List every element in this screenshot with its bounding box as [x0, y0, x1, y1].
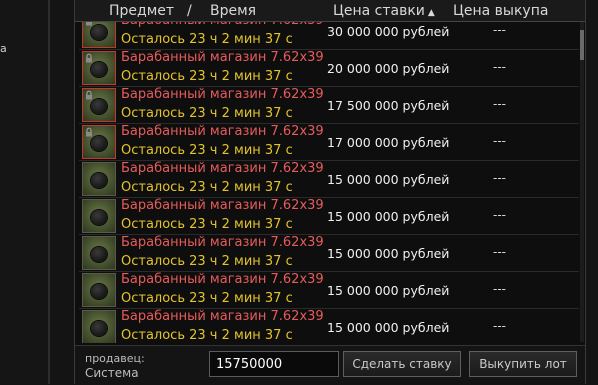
left-panel-text: а — [0, 42, 7, 55]
bid-price: 15 000 000 рублей — [327, 320, 450, 335]
buyout-price: --- — [493, 23, 506, 37]
column-header-time[interactable]: Время — [210, 3, 256, 19]
lot-row[interactable]: Барабанный магазин 7.62x39 Осталось 23 ч … — [79, 309, 579, 343]
buyout-price: --- — [493, 171, 506, 185]
drum-magazine-icon — [91, 25, 107, 40]
lot-row[interactable]: Барабанный магазин 7.62x39 Осталось 23 ч … — [79, 235, 579, 272]
sort-ascending-icon: ▲ — [427, 8, 435, 18]
seller-label: продавец: — [85, 352, 145, 365]
bid-price: 17 500 000 рублей — [327, 98, 450, 113]
drum-magazine-icon — [91, 136, 107, 151]
bid-price: 15 000 000 рублей — [327, 283, 450, 298]
item-name: Барабанный магазин 7.62x39 — [121, 235, 324, 250]
buyout-price: --- — [493, 60, 506, 74]
column-header-separator: / — [187, 3, 192, 19]
scrollbar[interactable] — [580, 22, 584, 342]
drum-magazine-icon — [91, 62, 107, 77]
bid-price: 15 000 000 рублей — [327, 172, 450, 187]
time-remaining: Осталось 23 ч 2 мин 37 с — [121, 143, 293, 158]
item-thumbnail — [82, 199, 116, 233]
item-name: Барабанный магазин 7.62x39 — [121, 198, 324, 213]
seller-value: Система — [85, 366, 139, 380]
bid-price: 20 000 000 рублей — [327, 61, 450, 76]
item-thumbnail — [82, 88, 116, 122]
item-name: Барабанный магазин 7.62x39 — [121, 161, 324, 176]
time-remaining: Осталось 23 ч 2 мин 37 с — [121, 217, 293, 232]
time-remaining: Осталось 23 ч 2 мин 37 с — [121, 106, 293, 121]
buyout-price: --- — [493, 245, 506, 259]
buyout-price: --- — [493, 134, 506, 148]
make-bid-button[interactable]: Сделать ставку — [343, 351, 461, 377]
scrollbar-thumb[interactable] — [580, 30, 584, 60]
time-remaining: Осталось 23 ч 2 мин 37 с — [121, 291, 293, 306]
lot-row[interactable]: Барабанный магазин 7.62x39 Осталось 23 ч … — [79, 50, 579, 87]
column-header-bid-label: Цена ставки — [333, 3, 425, 19]
drum-magazine-icon — [91, 284, 107, 299]
table-header: Предмет / Время Цена ставки ▲ Цена выкупа — [75, 0, 585, 22]
drum-magazine-icon — [91, 247, 107, 262]
item-thumbnail — [82, 273, 116, 307]
bid-amount-input[interactable] — [209, 351, 339, 377]
time-remaining: Осталось 23 ч 2 мин 37 с — [121, 254, 293, 269]
item-name: Барабанный магазин 7.62x39 — [121, 50, 324, 65]
item-name: Барабанный магазин 7.62x39 — [121, 309, 324, 324]
column-header-bid[interactable]: Цена ставки ▲ — [333, 3, 435, 19]
bid-price: 15 000 000 рублей — [327, 246, 450, 261]
bid-price: 15 000 000 рублей — [327, 209, 450, 224]
auction-panel: Барабанный магазин 7.62x39 Осталось 23 ч … — [74, 0, 586, 385]
time-remaining: Осталось 23 ч 2 мин 37 с — [121, 32, 293, 47]
buyout-price: --- — [493, 319, 506, 333]
item-name: Барабанный магазин 7.62x39 — [121, 87, 324, 102]
drum-magazine-icon — [91, 210, 107, 225]
column-header-buyout[interactable]: Цена выкупа — [453, 3, 548, 19]
drum-magazine-icon — [91, 173, 107, 188]
lot-footer: продавец: Система Сделать ставку Выкупит… — [75, 345, 585, 385]
buyout-price: --- — [493, 97, 506, 111]
lock-icon — [86, 53, 92, 63]
left-divider — [48, 0, 50, 384]
buyout-price: --- — [493, 282, 506, 296]
item-thumbnail — [82, 310, 116, 343]
lot-row[interactable]: Барабанный магазин 7.62x39 Осталось 23 ч … — [79, 198, 579, 235]
buyout-button[interactable]: Выкупить лот — [469, 351, 577, 377]
bid-price: 17 000 000 рублей — [327, 135, 450, 150]
bid-price: 30 000 000 рублей — [327, 24, 450, 39]
lock-icon — [86, 127, 92, 137]
item-name: Барабанный магазин 7.62x39 — [121, 272, 324, 287]
drum-magazine-icon — [91, 99, 107, 114]
lot-row[interactable]: Барабанный магазин 7.62x39 Осталось 23 ч … — [79, 124, 579, 161]
lot-row[interactable]: Барабанный магазин 7.62x39 Осталось 23 ч … — [79, 272, 579, 309]
item-name: Барабанный магазин 7.62x39 — [121, 124, 324, 139]
buyout-price: --- — [493, 208, 506, 222]
item-thumbnail — [82, 125, 116, 159]
item-thumbnail — [82, 236, 116, 270]
time-remaining: Осталось 23 ч 2 мин 37 с — [121, 328, 293, 343]
lot-row[interactable]: Барабанный магазин 7.62x39 Осталось 23 ч … — [79, 87, 579, 124]
column-header-item[interactable]: Предмет — [109, 3, 174, 19]
item-thumbnail — [82, 162, 116, 196]
drum-magazine-icon — [91, 321, 107, 336]
time-remaining: Осталось 23 ч 2 мин 37 с — [121, 69, 293, 84]
lot-list: Барабанный магазин 7.62x39 Осталось 23 ч … — [79, 13, 579, 343]
left-panel: а — [0, 0, 48, 384]
lot-row[interactable]: Барабанный магазин 7.62x39 Осталось 23 ч … — [79, 161, 579, 198]
item-thumbnail — [82, 51, 116, 85]
time-remaining: Осталось 23 ч 2 мин 37 с — [121, 180, 293, 195]
lock-icon — [86, 90, 92, 100]
